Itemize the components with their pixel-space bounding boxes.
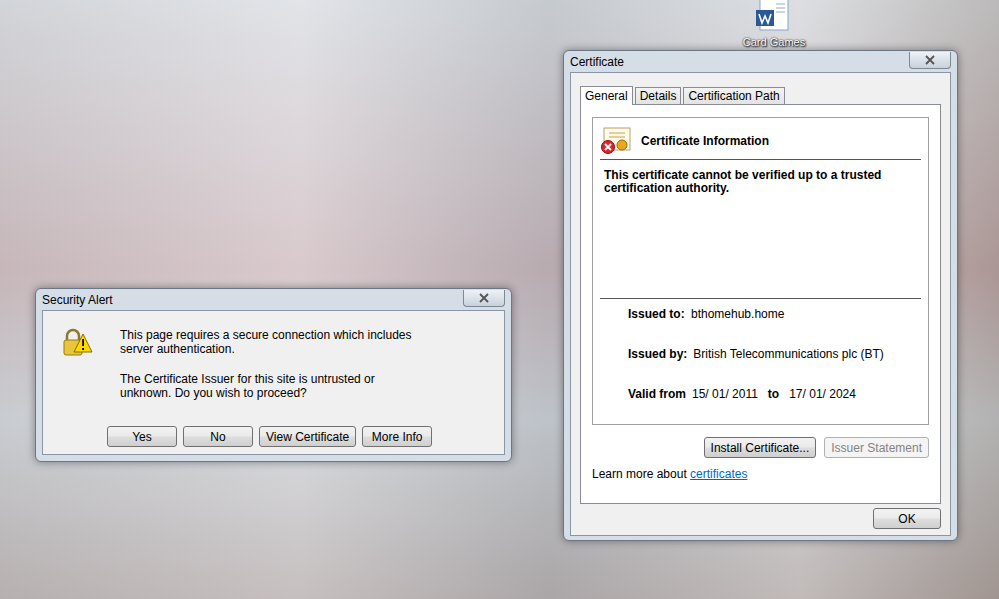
certificate-button: Issuer Statement [824, 437, 929, 458]
close-button[interactable] [909, 52, 951, 69]
dialog-button[interactable]: No [183, 426, 253, 447]
tab-strip: GeneralDetailsCertification Path [580, 85, 941, 104]
close-button[interactable] [463, 290, 505, 307]
word-document-icon [754, 0, 794, 36]
certificate-statement: This certificate cannot be verified up t… [604, 169, 921, 195]
ok-button[interactable]: OK [873, 508, 941, 529]
dialog-button[interactable]: Yes [107, 426, 177, 447]
desktop: Card Games Security Alert This page requ… [0, 0, 999, 599]
info-heading: Certificate Information [641, 134, 769, 148]
tab[interactable]: Details [635, 87, 682, 104]
learn-more: Learn more about certificates [592, 467, 929, 481]
close-icon [924, 55, 936, 65]
title-bar[interactable]: Certificate [570, 51, 951, 72]
invalid-certificate-icon [600, 126, 632, 156]
window-title: Certificate [570, 55, 624, 69]
certificate-field: Issued by: British Telecommunications pl… [628, 347, 921, 362]
certificate-field: Issued to: bthomehub.home [628, 307, 921, 322]
tab-page: Certificate Information This certificate… [580, 104, 941, 504]
alert-message: This page requires a secure connection w… [120, 328, 412, 356]
warning-lock-icon [61, 328, 93, 360]
title-bar[interactable]: Security Alert [42, 289, 505, 310]
dialog-button[interactable]: View Certificate [259, 426, 356, 447]
certificates-link[interactable]: certificates [690, 467, 747, 481]
certificate-info-box: Certificate Information This certificate… [592, 117, 929, 425]
alert-body: This page requires a secure connection w… [42, 310, 505, 455]
desktop-icon[interactable]: Card Games [734, 0, 814, 48]
close-icon [478, 293, 490, 303]
desktop-icon-label: Card Games [743, 36, 805, 48]
alert-message: The Certificate Issuer for this site is … [120, 372, 412, 400]
dialog-button[interactable]: More Info [362, 426, 432, 447]
certificate-window: Certificate GeneralDetailsCertification … [563, 50, 958, 541]
window-title: Security Alert [42, 293, 113, 307]
security-alert-window: Security Alert This page requires a secu… [35, 288, 512, 462]
certificate-button[interactable]: Install Certificate... [704, 437, 817, 458]
tab[interactable]: Certification Path [683, 87, 784, 104]
validity-field: Valid from 15/ 01/ 2011 to 17/ 01/ 2024 [628, 387, 921, 402]
tab[interactable]: General [580, 86, 633, 105]
